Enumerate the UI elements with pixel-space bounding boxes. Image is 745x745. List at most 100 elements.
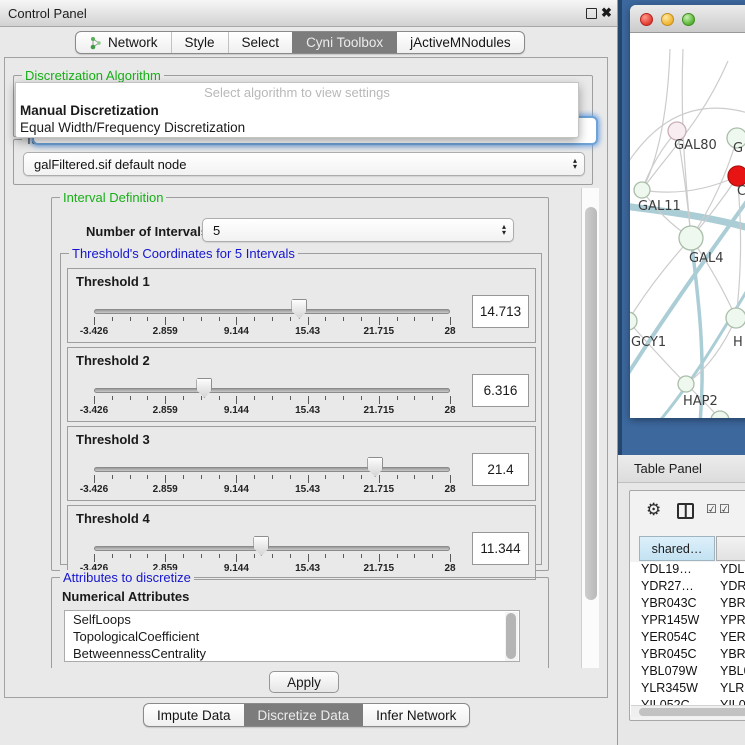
number-of-intervals-combobox[interactable]: 5 ▴▾ [202, 218, 514, 242]
table-row[interactable]: YER054CYER0 [630, 630, 745, 647]
threshold-label: Threshold 2 [76, 353, 150, 368]
settings-vertical-scrollbar[interactable] [581, 188, 599, 668]
slider-track[interactable] [94, 388, 450, 393]
table-row[interactable]: YBR045CYBR0 [630, 647, 745, 664]
select-columns-icon[interactable]: ☑ [706, 502, 717, 516]
attribute-item[interactable]: TopologicalCoefficient [65, 628, 519, 645]
table-panel-title: Table Panel [634, 461, 702, 476]
slider-ticks [94, 554, 450, 562]
attribute-item[interactable]: BetweennessCentrality [65, 645, 519, 662]
tab-label: Network [108, 35, 158, 50]
network-node-hap2[interactable] [678, 376, 694, 392]
gear-icon[interactable]: ⚙ [646, 500, 661, 520]
table-row[interactable]: YDR27…YDR2 [630, 579, 745, 596]
tab-label: Infer Network [376, 708, 456, 723]
settings-scrollbar-thumb[interactable] [585, 207, 597, 600]
tab-jactivemnodules[interactable]: jActiveMNodules [396, 32, 524, 53]
control-panel: Control Panel ✖ Network Style Select Cyn… [0, 0, 617, 745]
threshold-value-field[interactable]: 21.4 [472, 453, 529, 486]
threshold-value-field[interactable]: 14.713 [472, 295, 529, 328]
slider-track[interactable] [94, 309, 450, 314]
table-horizontal-scrollbar[interactable] [631, 705, 745, 717]
float-window-icon[interactable] [586, 8, 597, 19]
attributes-list-scrollbar[interactable] [505, 612, 518, 662]
right-area: GAL80GCGAL11GAL4GCY1HHAP2 Table Panel ⚙ … [617, 0, 745, 745]
column-header-name[interactable]: n [716, 536, 745, 561]
network-node-gal4[interactable] [679, 226, 703, 250]
algorithm-option[interactable]: Manual Discretization [16, 102, 578, 119]
threshold-panel: Threshold 4 -3.4262.8599.14415.4321.7152… [67, 505, 536, 580]
slider-ticks [94, 396, 450, 404]
tab-discretize-data[interactable]: Discretize Data [244, 704, 363, 726]
attributes-to-discretize-title: Attributes to discretize [60, 570, 194, 585]
column-header-shared-name[interactable]: shared… [639, 536, 715, 561]
control-panel-titlebar: Control Panel ✖ [0, 0, 617, 27]
table-data-combobox[interactable]: galFiltered.sif default node ▴▾ [23, 152, 585, 176]
table-row[interactable]: YLR345WYLR3 [630, 681, 745, 698]
tab-label: jActiveMNodules [410, 35, 511, 50]
network-node-label: GCY1 [631, 335, 666, 350]
network-node-h[interactable] [726, 308, 745, 328]
slider-thumb[interactable] [367, 457, 383, 477]
table-row[interactable]: YBL079WYBL0 [630, 664, 745, 681]
cyni-toolbox-content: Discretization Algorithm Select algorith… [4, 57, 608, 698]
number-of-intervals-value: 5 [213, 223, 220, 238]
tab-select[interactable]: Select [228, 32, 293, 53]
tab-label: Discretize Data [258, 708, 350, 723]
attributes-to-discretize-group: Attributes to discretize Numerical Attri… [51, 577, 549, 668]
apply-button[interactable]: Apply [269, 671, 339, 693]
numerical-attributes-list[interactable]: SelfLoopsTopologicalCoefficientBetweenne… [64, 610, 520, 662]
tab-label: Select [242, 35, 280, 50]
top-tab-bar: Network Style Select Cyni Toolbox jActiv… [75, 31, 525, 54]
algorithm-option[interactable]: Equal Width/Frequency Discretization [16, 119, 578, 136]
network-node-label: C [737, 184, 745, 199]
tab-impute-data[interactable]: Impute Data [144, 704, 244, 726]
select-all-icon[interactable]: ☑ [719, 502, 730, 516]
slider-ticks [94, 317, 450, 325]
table-row[interactable]: YPR145WYPR1 [630, 613, 745, 630]
threshold-label: Threshold 3 [76, 432, 150, 447]
table-panel-titlebar: Table Panel [618, 455, 745, 483]
panel-title: Control Panel [8, 6, 87, 21]
numerical-attributes-label: Numerical Attributes [62, 589, 189, 604]
thresholds-coordinates-title: Threshold's Coordinates for 5 Intervals [69, 246, 298, 261]
tab-style[interactable]: Style [171, 32, 228, 53]
slider-thumb[interactable] [253, 536, 269, 556]
threshold-panel: Threshold 2 -3.4262.8599.14415.4321.7152… [67, 347, 536, 422]
threshold-value-field[interactable]: 11.344 [472, 532, 529, 565]
bottom-tab-bar: Impute Data Discretize Data Infer Networ… [143, 703, 470, 727]
network-node-label: GAL4 [689, 251, 723, 266]
network-node-c[interactable] [728, 166, 745, 186]
tab-label: Style [185, 35, 215, 50]
column-layout-icon[interactable] [677, 503, 694, 519]
minimize-window-icon[interactable] [661, 13, 674, 26]
network-graph-icon [89, 36, 103, 50]
network-node-label: GAL11 [638, 199, 681, 214]
table-row[interactable]: YDL19…YDL1 [630, 562, 745, 579]
slider-thumb[interactable] [196, 378, 212, 398]
tab-infer-network[interactable]: Infer Network [362, 704, 469, 726]
network-canvas[interactable]: GAL80GCGAL11GAL4GCY1HHAP2 [630, 33, 745, 418]
close-window-icon[interactable] [640, 13, 653, 26]
close-panel-icon[interactable]: ✖ [601, 5, 612, 21]
network-node-label: GAL80 [674, 138, 717, 153]
zoom-window-icon[interactable] [682, 13, 695, 26]
slider-track[interactable] [94, 546, 450, 551]
interval-definition-title: Interval Definition [60, 190, 166, 205]
slider-track[interactable] [94, 467, 450, 472]
table-row[interactable]: YBR043CYBR0 [630, 596, 745, 613]
slider-thumb[interactable] [291, 299, 307, 319]
threshold-panel: Threshold 1 -3.4262.8599.14415.4321.7152… [67, 268, 536, 343]
attributes-list-scrollbar-thumb[interactable] [506, 613, 516, 659]
tab-label: Impute Data [157, 708, 231, 723]
network-node-gal11[interactable] [634, 182, 650, 198]
attribute-item[interactable]: SelfLoops [65, 611, 519, 628]
combo-stepper-icon: ▴▾ [573, 158, 577, 170]
settings-scroll-viewport: Interval Definition Number of Intervals … [8, 188, 599, 668]
table-hscrollbar-thumb[interactable] [639, 708, 745, 716]
thresholds-coordinates-group: Threshold's Coordinates for 5 Intervals … [60, 253, 542, 565]
tab-network[interactable]: Network [76, 32, 171, 53]
network-node-gcy1[interactable] [630, 312, 637, 330]
tab-cyni-toolbox[interactable]: Cyni Toolbox [292, 32, 396, 53]
threshold-value-field[interactable]: 6.316 [472, 374, 529, 407]
